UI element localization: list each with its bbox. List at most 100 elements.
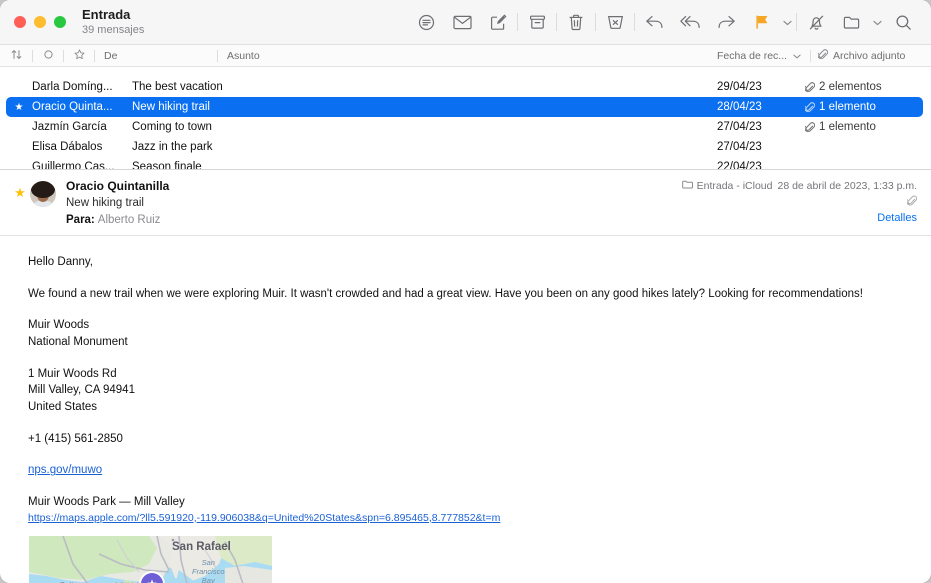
row-from: Guillermo Cas... [32,161,115,170]
column-attachment-label: Archivo adjunto [833,49,906,62]
body-website: nps.gov/muwo [28,462,905,479]
flag-button[interactable] [744,7,780,37]
row-subject: Season finale [132,161,202,170]
message-header-meta: Entrada - iCloud 28 de abril de 2023, 1:… [681,180,918,224]
page-title: Entrada [82,7,131,23]
move-folder-icon [843,15,861,30]
body-greeting: Hello Danny, [28,256,93,268]
body-map-block: Muir Woods Park — Mill Valley https://ma… [28,494,905,525]
paperclip-icon [805,101,815,113]
mute-button[interactable] [798,7,834,37]
table-row[interactable]: Guillermo Cas... Season finale 22/04/23 [6,157,923,170]
mark-unread-button[interactable] [444,7,480,37]
paperclip-icon [906,195,918,210]
compose-button[interactable] [480,7,516,37]
reply-icon [645,14,664,30]
forward-button[interactable] [708,7,744,37]
message-recipients: Para: Alberto Ruiz [66,213,169,228]
column-from[interactable]: De [95,45,217,66]
minimize-button[interactable] [34,16,46,28]
map-preview[interactable]: San Rafael SanFranciscoBay Bolinas Mill … [29,536,272,583]
table-row[interactable]: Elisa Dábalos Jazz in the park 27/04/23 [6,137,923,157]
message-to-value[interactable]: Alberto Ruiz [98,214,161,226]
flag-icon [755,14,770,30]
filter-button[interactable] [408,7,444,37]
map-caption: Muir Woods Park — Mill Valley [28,496,185,509]
list-column-header: De Asunto Fecha de rec... Archivo adjunt… [0,45,931,67]
zoom-button[interactable] [54,16,66,28]
message-meta-line: Entrada - iCloud 28 de abril de 2023, 1:… [681,180,917,192]
map-url-link[interactable]: https://maps.apple.com/?ll5.591920,-119.… [28,512,905,526]
title-block: Entrada 39 mensajes [82,7,144,36]
close-button[interactable] [14,16,26,28]
column-date[interactable]: Fecha de rec... [710,45,810,66]
junk-icon [607,14,624,30]
message-subject: New hiking trail [66,196,144,209]
table-row-selected[interactable]: ★ Oracio Quinta... New hiking trail 28/0… [6,97,923,117]
archive-button[interactable] [519,7,555,37]
message-list[interactable]: Darla Domíng... The best vacation 29/04/… [0,67,931,170]
chevron-down-icon [793,50,801,62]
junk-button[interactable] [597,7,633,37]
reply-button[interactable] [636,7,672,37]
column-attachment[interactable]: Archivo adjunto [811,45,931,66]
column-sort[interactable] [0,45,32,66]
column-unread[interactable] [33,45,63,66]
archive-icon [529,14,546,30]
filter-icon [418,14,435,31]
row-from: Jazmín García [32,121,107,133]
mail-window: Entrada 39 mensajes De Asunto Fecha de r… [0,0,931,583]
details-link[interactable]: Detalles [682,212,917,224]
title-bar: Entrada 39 mensajes [0,0,931,45]
address-line-2: Mill Valley, CA 94941 [28,384,135,397]
row-from: Oracio Quinta... [32,101,113,113]
move-folder-dropdown-button[interactable] [870,7,885,37]
website-link[interactable]: nps.gov/muwo [28,464,102,476]
toolbar-divider [634,13,635,31]
row-date: 29/04/23 [717,81,762,93]
row-date: 27/04/23 [717,121,762,133]
table-row[interactable]: Darla Domíng... The best vacation 29/04/… [6,77,923,97]
row-attachment: 2 elementos [805,81,923,93]
row-subject: New hiking trail [132,101,210,113]
search-button[interactable] [885,7,921,37]
window-resize-grip[interactable] [919,571,928,580]
toolbar [408,0,921,44]
message-mailbox: Entrada - iCloud [681,180,772,192]
chevron-down-icon [873,13,882,31]
row-attachment-label: 1 elemento [819,101,876,113]
column-subject[interactable]: Asunto [218,45,710,66]
body-place: Muir Woods National Monument [28,317,905,350]
row-date: 28/04/23 [717,101,762,113]
message-attachment-indicator[interactable] [682,195,918,210]
body-paragraph: We found a new trail when we were explor… [28,287,863,300]
reply-all-button[interactable] [672,7,708,37]
move-folder-button[interactable] [834,7,870,37]
row-attachment-label: 2 elementos [819,81,882,93]
row-subject: Coming to town [132,121,212,133]
message-header-text: Oracio Quintanilla New hiking trail Para… [66,179,169,235]
avatar-hair [31,181,55,198]
row-subject: The best vacation [132,81,223,93]
column-flag[interactable] [64,45,94,66]
delete-button[interactable] [558,7,594,37]
toolbar-divider [556,13,557,31]
body-phone: +1 (415) 561-2850 [28,432,123,445]
column-from-label: De [104,49,118,62]
sort-icon [11,49,22,63]
mail-unread-icon [452,15,472,30]
row-attachment: 1 elemento [805,121,923,133]
row-star[interactable]: ★ [6,102,32,113]
unread-circle-icon [43,49,53,62]
table-row[interactable]: Jazmín García Coming to town 27/04/23 1 … [6,117,923,137]
message-body: Hello Danny, We found a new trail when w… [0,236,931,583]
flag-dropdown-button[interactable] [780,7,795,37]
toolbar-divider [595,13,596,31]
mute-icon [808,14,825,31]
message-star-toggle[interactable]: ★ [10,179,30,235]
paperclip-icon [805,121,815,133]
table-row-partial[interactable] [0,70,931,77]
row-attachment: 1 elemento [805,101,923,113]
column-date-label: Fecha de rec... [717,49,788,62]
paperclip-icon [817,48,829,63]
